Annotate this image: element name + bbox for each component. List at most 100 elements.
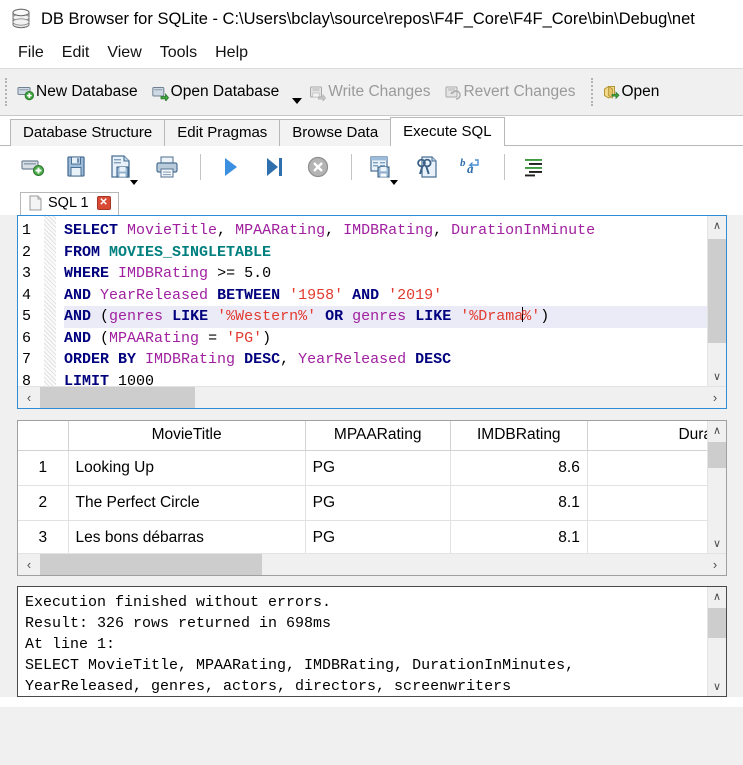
tab-browse-data[interactable]: Browse Data (279, 119, 392, 146)
results-grid-body: MovieTitle MPAARating IMDBRating Durat 1… (18, 421, 726, 553)
scroll-up-icon[interactable]: ∧ (708, 216, 727, 235)
toolbar-grip[interactable] (5, 78, 7, 106)
write-changes-button[interactable]: Write Changes (305, 74, 440, 110)
sql-line[interactable]: LIMIT 1000 (64, 371, 707, 387)
cell-imdbrating[interactable]: 8.1 (450, 520, 588, 553)
revert-changes-button[interactable]: Revert Changes (440, 74, 585, 110)
find-replace-icon[interactable] (414, 154, 440, 180)
results-hscroll-track[interactable] (40, 554, 704, 575)
scroll-right-icon[interactable]: › (704, 554, 726, 575)
sql-line[interactable]: SELECT MovieTitle, MPAARating, IMDBRatin… (64, 220, 707, 242)
sql-line[interactable]: ORDER BY IMDBRating DESC, YearReleased D… (64, 349, 707, 371)
table-row[interactable]: 3 Les bons débarras PG 8.1 (18, 520, 707, 553)
menu-tools[interactable]: Tools (152, 42, 207, 64)
database-icon (8, 6, 34, 32)
sql-line[interactable]: FROM MOVIES_SINGLETABLE (64, 242, 707, 264)
cell-imdbrating[interactable]: 8.1 (450, 485, 588, 521)
scroll-up-icon[interactable]: ∧ (708, 587, 727, 606)
log-vscroll-thumb[interactable] (707, 608, 726, 638)
cell-mpaarating[interactable]: PG (305, 520, 451, 553)
results-grid[interactable]: MovieTitle MPAARating IMDBRating Durat 1… (17, 420, 727, 576)
save-results-view-icon[interactable] (368, 154, 398, 185)
open-project-icon (603, 84, 620, 101)
table-row[interactable]: 2 The Perfect Circle PG 8.1 (18, 485, 707, 521)
log-vertical-scrollbar[interactable]: ∧ ∨ (707, 587, 726, 696)
toolbar-grip-2[interactable] (590, 78, 593, 106)
menu-edit[interactable]: Edit (54, 42, 100, 64)
row-number[interactable]: 1 (18, 450, 69, 486)
row-number[interactable]: 3 (18, 520, 69, 553)
open-project-button[interactable]: Open (599, 74, 670, 110)
sql-token: AND (64, 308, 92, 325)
scroll-right-icon[interactable]: › (704, 387, 726, 408)
tab-database-structure[interactable]: Database Structure (10, 119, 166, 146)
menu-view[interactable]: View (99, 42, 151, 64)
open-database-dropdown[interactable] (289, 74, 305, 110)
table-row[interactable]: 1 Looking Up PG 8.6 (18, 450, 707, 486)
sql-token: IMDBRating (145, 351, 236, 368)
cell-duration[interactable] (587, 485, 707, 521)
sql-line[interactable]: AND (genres LIKE '%Western%' OR genres L… (64, 306, 707, 328)
print-icon[interactable] (154, 154, 180, 180)
cell-duration[interactable] (587, 450, 707, 486)
results-vscroll-track[interactable] (707, 440, 726, 534)
results-horizontal-scrollbar[interactable]: ‹ › (18, 553, 726, 575)
cell-mpaarating[interactable]: PG (305, 450, 451, 486)
cell-movietitle[interactable]: Looking Up (68, 450, 306, 486)
execute-all-icon[interactable] (217, 154, 243, 180)
editor-vscroll-track[interactable] (707, 235, 726, 367)
menu-help[interactable]: Help (207, 42, 258, 64)
editor-hscroll-thumb[interactable] (40, 387, 195, 408)
scroll-left-icon[interactable]: ‹ (18, 554, 40, 575)
word-wrap-icon[interactable]: b a (458, 154, 484, 180)
cell-movietitle[interactable]: The Perfect Circle (68, 485, 306, 521)
results-hscroll-thumb[interactable] (40, 554, 262, 575)
cell-imdbrating[interactable]: 8.6 (450, 450, 588, 486)
new-database-button[interactable]: New Database (13, 74, 148, 110)
format-sql-icon[interactable] (521, 154, 547, 180)
column-header-mpaarating[interactable]: MPAARating (305, 421, 451, 451)
tab-execute-sql[interactable]: Execute SQL (390, 117, 505, 146)
editor-hscroll-track[interactable] (40, 387, 704, 408)
cell-movietitle[interactable]: Les bons débarras (68, 520, 306, 553)
open-sql-file-icon[interactable] (64, 154, 90, 180)
open-sql-tab-icon[interactable] (20, 154, 46, 180)
results-vscroll-thumb[interactable] (707, 442, 726, 468)
editor-horizontal-scrollbar[interactable]: ‹ › (18, 386, 726, 408)
column-header-movietitle[interactable]: MovieTitle (68, 421, 306, 451)
tab-edit-pragmas[interactable]: Edit Pragmas (164, 119, 281, 146)
editor-vertical-scrollbar[interactable]: ∧ ∨ (707, 216, 726, 386)
save-sql-file-icon[interactable] (108, 154, 138, 185)
log-vscroll-track[interactable] (707, 606, 726, 677)
sql-line[interactable]: WHERE IMDBRating >= 5.0 (64, 263, 707, 285)
sql-token: LIKE (415, 308, 452, 325)
toolbar-separator (200, 154, 201, 180)
column-header-duration[interactable]: Durat (587, 421, 707, 451)
cell-mpaarating[interactable]: PG (305, 485, 451, 521)
row-number[interactable]: 2 (18, 485, 69, 521)
sql-line[interactable]: AND (MPAARating = 'PG') (64, 328, 707, 350)
cell-duration[interactable] (587, 520, 707, 553)
execution-log-pane[interactable]: Execution finished without errors. Resul… (17, 586, 727, 697)
menu-file[interactable]: File (10, 42, 54, 64)
open-database-button[interactable]: Open Database (148, 74, 290, 110)
editor-vscroll-thumb[interactable] (707, 239, 726, 343)
sql-editor[interactable]: 1 2 3 4 5 6 7 8 SELECT MovieTitle, MPAARating, … (17, 215, 727, 409)
sql-code-area[interactable]: SELECT MovieTitle, MPAARating, IMDBRatin… (56, 216, 707, 386)
results-corner-header[interactable] (18, 421, 69, 451)
sql-document-tab-sql1[interactable]: SQL 1 ✕ (20, 192, 119, 215)
sql-line[interactable]: AND YearReleased BETWEEN '1958' AND '201… (64, 285, 707, 307)
stop-execution-icon[interactable] (305, 154, 331, 180)
close-icon[interactable]: ✕ (96, 196, 111, 210)
results-vertical-scrollbar[interactable]: ∧ ∨ (707, 421, 726, 553)
scroll-down-icon[interactable]: ∨ (708, 534, 727, 553)
scroll-left-icon[interactable]: ‹ (18, 387, 40, 408)
sql-token: DESC (415, 351, 452, 368)
scroll-up-icon[interactable]: ∧ (708, 421, 727, 440)
column-header-imdbrating[interactable]: IMDBRating (450, 421, 588, 451)
execute-current-line-icon[interactable] (261, 154, 287, 180)
sql-token: ( (91, 329, 110, 347)
scroll-down-icon[interactable]: ∨ (708, 677, 727, 696)
scroll-down-icon[interactable]: ∨ (708, 367, 727, 386)
